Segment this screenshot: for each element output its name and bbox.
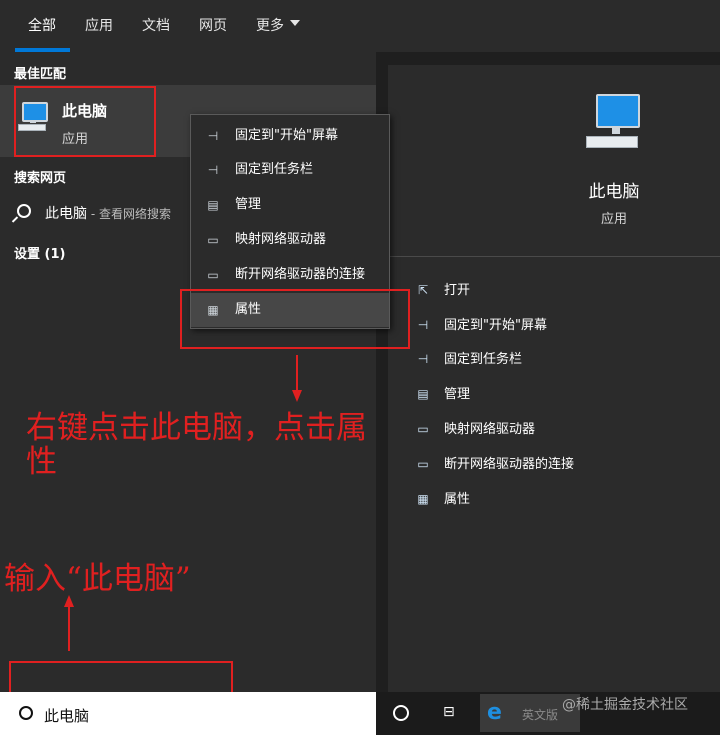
computer-icon [584,92,648,154]
properties-icon: ▦ [417,492,429,506]
context-item-label: 映射网络驱动器 [235,232,327,247]
detail-subtitle-text: 应用 [600,212,627,227]
pin-icon: ⊣ [417,318,429,332]
manage-icon: ▤ [417,387,429,401]
action-disconnect-drive[interactable]: ▭ 断开网络驱动器的连接 [414,454,574,474]
chevron-down-icon[interactable] [290,20,300,26]
detail-panel [388,65,720,692]
action-label: 属性 [444,492,471,507]
settings-heading[interactable]: 设置 (1) [14,243,65,262]
manage-icon: ▤ [207,198,219,212]
action-pin-start[interactable]: ⊣ 固定到"开始"屏幕 [414,315,547,335]
ie-taskbar-label: 英文版 [522,708,559,722]
action-label: 打开 [444,283,471,298]
context-item-label: 断开网络驱动器的连接 [235,267,366,282]
watermark: @稀土掘金技术社区 [562,697,688,713]
search-icon [17,204,31,218]
annotation-arrow [296,355,298,391]
action-label: 管理 [444,387,471,402]
pin-icon: ⊣ [207,163,219,177]
highlight-box-best-match [14,86,156,157]
context-item-map-drive[interactable]: ▭ 映射网络驱动器 [191,223,389,257]
web-search-heading: 搜索网页 [14,171,67,186]
action-properties[interactable]: ▦ 属性 [414,489,470,509]
highlight-box-properties [180,289,410,349]
action-pin-taskbar[interactable]: ⊣ 固定到任务栏 [414,349,522,369]
cortana-icon[interactable] [393,705,409,721]
annotation-arrow [68,605,70,651]
search-input[interactable]: 此电脑 [44,705,89,726]
search-tabs-bar: 全部 应用 文档 网页 更多 [0,0,720,52]
divider [388,256,720,257]
internet-explorer-icon: e [487,700,502,725]
tab-apps[interactable]: 应用 [85,15,113,35]
web-search-title: 此电脑 [45,206,87,222]
context-item-label: 管理 [235,197,262,212]
annotation-right-click-line1: 右键点击此电脑，点击属 [26,410,367,446]
pin-icon: ⊣ [417,352,429,366]
context-item-pin-start[interactable]: ⊣ 固定到"开始"屏幕 [191,119,389,153]
open-icon: ⇱ [417,283,429,297]
annotation-right-click-line2: 性 [26,444,57,480]
web-search-item[interactable]: 此电脑 - 查看网络搜索 [45,203,171,223]
network-drive-icon: ▭ [207,268,219,282]
network-drive-icon: ▭ [207,233,219,247]
network-drive-icon: ▭ [417,422,429,436]
detail-title-text: 此电脑 [588,182,640,202]
context-item-label: 固定到任务栏 [235,162,314,177]
action-label: 映射网络驱动器 [444,422,536,437]
action-manage[interactable]: ▤ 管理 [414,384,470,404]
task-view-icon[interactable]: ⊟ [443,704,461,720]
tab-all[interactable]: 全部 [28,15,56,35]
pin-icon: ⊣ [207,129,219,143]
action-label: 固定到任务栏 [444,352,523,367]
web-search-suffix: - 查看网络搜索 [87,207,171,221]
action-label: 断开网络驱动器的连接 [444,457,575,472]
action-label: 固定到"开始"屏幕 [444,318,547,333]
context-item-disconnect-drive[interactable]: ▭ 断开网络驱动器的连接 [191,258,389,292]
context-item-manage[interactable]: ▤ 管理 [191,188,389,222]
detail-title: 此电脑 [388,177,720,202]
context-item-pin-taskbar[interactable]: ⊣ 固定到任务栏 [191,153,389,187]
search-icon [19,706,33,720]
tab-more[interactable]: 更多 [256,15,284,35]
action-open[interactable]: ⇱ 打开 [414,280,470,300]
action-map-drive[interactable]: ▭ 映射网络驱动器 [414,419,535,439]
annotation-input-hint: 输入“此电脑” [4,561,191,597]
tab-web[interactable]: 网页 [199,15,227,35]
detail-subtitle: 应用 [388,208,720,227]
tab-documents[interactable]: 文档 [142,15,170,35]
best-match-heading: 最佳匹配 [14,67,67,82]
context-item-label: 固定到"开始"屏幕 [235,128,338,143]
network-drive-icon: ▭ [417,457,429,471]
annotation-arrow-head [292,390,302,402]
